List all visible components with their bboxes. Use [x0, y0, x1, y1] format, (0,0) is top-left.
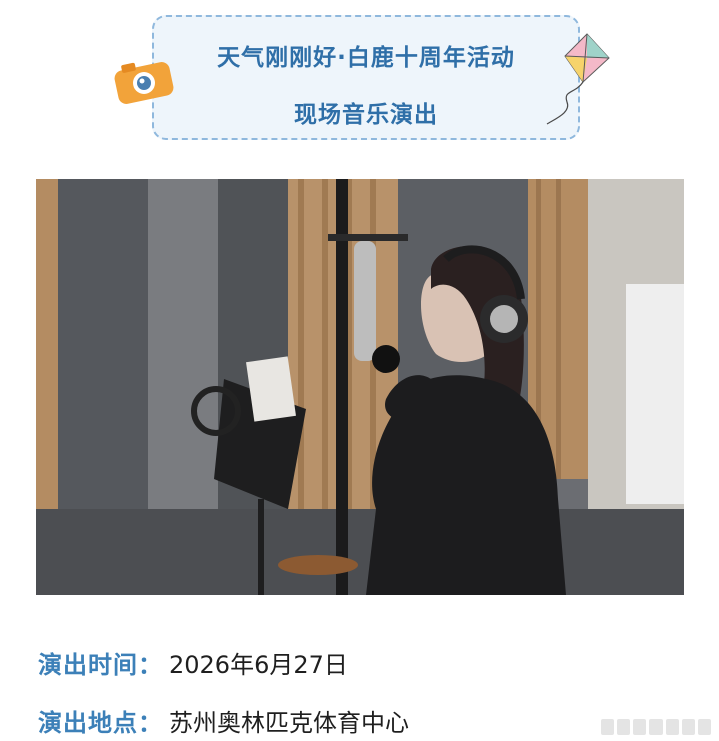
event-place-row: 演出地点： 苏州奥林匹克体育中心	[38, 703, 409, 738]
event-time-label: 演出时间：	[38, 651, 163, 679]
camera-icon	[114, 62, 174, 104]
event-photo	[36, 179, 684, 595]
event-banner: 天气刚刚好·白鹿十周年活动 现场音乐演出	[152, 15, 580, 140]
event-time-value: 2026年6月27日	[169, 651, 348, 679]
studio-singer-image	[36, 179, 684, 595]
kite-icon	[546, 33, 610, 125]
watermark	[601, 719, 711, 735]
banner-title: 天气刚刚好·白鹿十周年活动	[217, 45, 515, 71]
event-place-label: 演出地点：	[38, 709, 163, 737]
banner-subtitle: 现场音乐演出	[294, 102, 438, 128]
event-time-row: 演出时间： 2026年6月27日	[38, 645, 348, 680]
event-place-value: 苏州奥林匹克体育中心	[169, 709, 409, 737]
